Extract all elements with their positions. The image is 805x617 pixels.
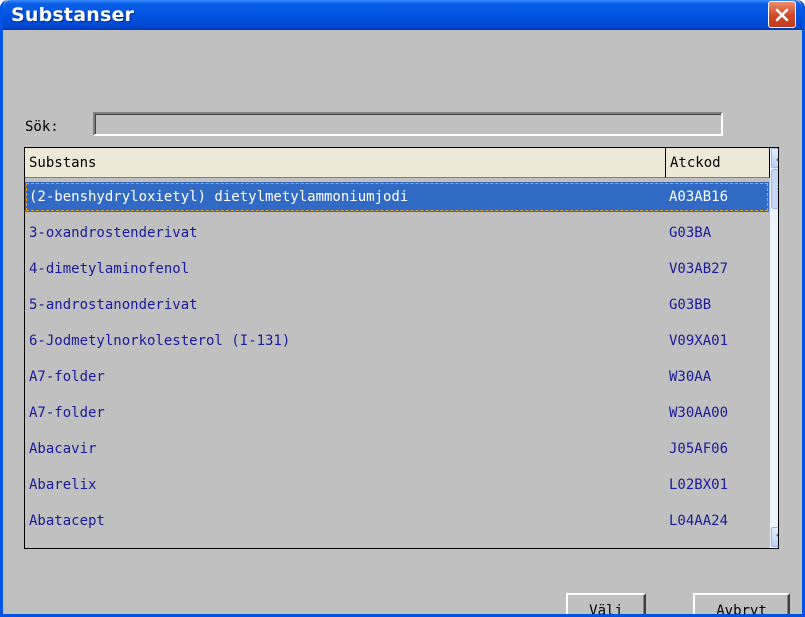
cell-atckod: G03BA [669, 225, 712, 241]
arrow-up-icon [776, 157, 778, 162]
substanser-dialog: Substanser Sök: Substans Atckod (2-bensh… [0, 0, 805, 617]
table-row[interactable]: 3-oxandrostenderivat G03BA [25, 218, 769, 248]
table-row[interactable]: 6-Jodmetylnorkolesterol (I-131) V09XA01 [25, 326, 769, 356]
dialog-body: Sök: Substans Atckod (2-benshydryloxiety… [3, 30, 802, 614]
search-label: Sök: [25, 119, 59, 135]
close-icon [775, 8, 789, 21]
cell-substans: (2-benshydryloxietyl) dietylmetylammoniu… [29, 189, 409, 205]
table-row[interactable]: A7-folder W30AA [25, 362, 769, 392]
column-header-atckod-label: Atckod [670, 155, 721, 171]
valj-mnemonic: V [589, 603, 598, 617]
cell-atckod: W30AA [669, 369, 712, 385]
column-header-substans[interactable]: Substans [25, 148, 666, 178]
table-row[interactable]: 4-dimetylaminofenol V03AB27 [25, 254, 769, 284]
cell-substans: A7-folder [29, 405, 105, 421]
cell-substans: 4-dimetylaminofenol [29, 261, 190, 277]
cell-substans: A7-folder [29, 369, 105, 385]
table-row[interactable]: Abarelix L02BX01 [25, 470, 769, 500]
valj-button[interactable]: Välj [566, 593, 646, 617]
list-header: Substans Atckod [25, 148, 778, 180]
valj-label: älj [597, 603, 623, 617]
substance-list[interactable]: Substans Atckod (2-benshydryloxietyl) di… [24, 147, 779, 549]
window-title: Substanser [11, 4, 135, 26]
cell-atckod: J05AF06 [669, 441, 729, 457]
arrow-down-icon [776, 533, 778, 538]
cell-atckod: V09XA01 [669, 333, 729, 349]
table-row[interactable]: (2-benshydryloxietyl) dietylmetylammoniu… [25, 182, 769, 212]
cell-substans: Abatacept [29, 513, 105, 529]
avbryt-mnemonic: A [716, 603, 725, 617]
cell-substans: Abarelix [29, 477, 97, 493]
cell-atckod: W30AA00 [669, 405, 729, 421]
search-input[interactable] [93, 112, 723, 136]
table-row[interactable]: Abacavir J05AF06 [25, 434, 769, 464]
cell-substans: 3-oxandrostenderivat [29, 225, 198, 241]
table-row[interactable]: A7-folder W30AA00 [25, 398, 769, 428]
column-header-substans-label: Substans [29, 155, 97, 171]
cell-atckod: G03BB [669, 297, 712, 313]
cell-atckod: V03AB27 [669, 261, 729, 277]
vertical-scrollbar[interactable] [770, 148, 778, 548]
cell-atckod: A03AB16 [669, 189, 729, 205]
avbryt-label: vbryt [724, 603, 767, 617]
title-bar[interactable]: Substanser [3, 0, 802, 30]
table-row[interactable]: 5-androstanonderivat G03BB [25, 290, 769, 320]
cell-atckod: L04AA24 [669, 513, 729, 529]
avbryt-button[interactable]: Avbryt [693, 593, 790, 617]
scroll-thumb[interactable] [771, 169, 778, 209]
cell-atckod: L02BX01 [669, 477, 729, 493]
close-button[interactable] [768, 1, 796, 28]
cell-substans: 5-androstanonderivat [29, 297, 198, 313]
scroll-down-button[interactable] [771, 527, 778, 547]
cell-substans: Abacavir [29, 441, 97, 457]
table-row[interactable]: Abatacept L04AA24 [25, 506, 769, 536]
scroll-up-button[interactable] [771, 148, 778, 168]
column-header-atckod[interactable]: Atckod [666, 148, 770, 178]
cell-substans: 6-Jodmetylnorkolesterol (I-131) [29, 333, 291, 349]
